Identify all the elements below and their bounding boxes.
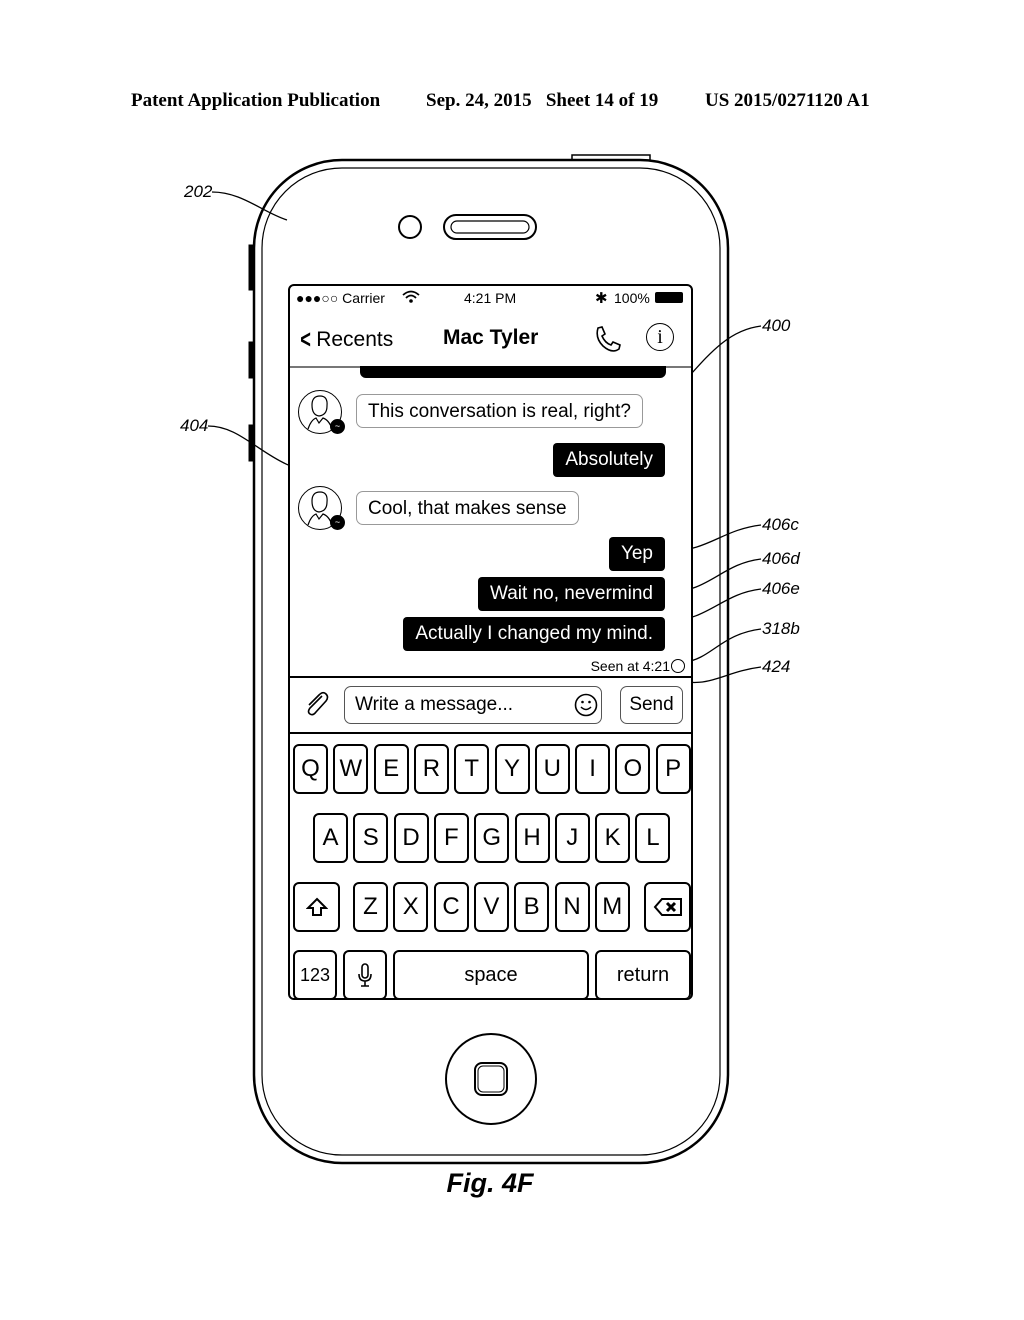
back-button[interactable]: < Recents	[298, 324, 393, 355]
return-key[interactable]: return	[595, 950, 691, 998]
key-z[interactable]: Z	[353, 882, 388, 932]
seen-text: Seen at 4:21	[590, 658, 670, 674]
key-t[interactable]: T	[454, 744, 490, 794]
ref-label-400: 400	[762, 316, 791, 335]
numbers-key[interactable]: 123	[293, 950, 337, 998]
key-c[interactable]: C	[433, 882, 469, 932]
key-j[interactable]: J	[554, 813, 590, 863]
key-s[interactable]: S	[353, 813, 389, 863]
composer-divider	[290, 676, 691, 678]
message-bubble-outgoing: Absolutely	[553, 443, 665, 477]
battery-icon	[655, 292, 683, 303]
read-receipt-avatar-icon	[671, 659, 685, 673]
status-time: 4:21 PM	[464, 290, 517, 306]
key-l[interactable]: L	[635, 813, 671, 863]
ref-label-404: 404	[180, 416, 209, 435]
key-m[interactable]: M	[594, 882, 630, 932]
attachment-icon[interactable]	[302, 690, 330, 723]
delete-icon	[653, 898, 682, 916]
key-u[interactable]: U	[534, 744, 570, 794]
key-f[interactable]: F	[433, 813, 469, 863]
ref-label-406e: 406e	[762, 579, 800, 598]
key-h[interactable]: H	[514, 813, 550, 863]
key-r[interactable]: R	[413, 744, 449, 794]
key-k[interactable]: K	[595, 813, 631, 863]
chevron-left-icon: <	[300, 324, 311, 354]
key-p[interactable]: P	[655, 744, 691, 794]
carrier-signal: ●●●○○ Carrier	[296, 290, 385, 306]
wifi-icon	[402, 290, 420, 309]
key-i[interactable]: I	[575, 744, 611, 794]
backspace-key[interactable]	[644, 882, 691, 932]
shift-key[interactable]	[293, 882, 340, 932]
microphone-icon	[358, 963, 372, 987]
key-n[interactable]: N	[554, 882, 590, 932]
send-button[interactable]: Send	[620, 686, 683, 724]
key-x[interactable]: X	[393, 882, 429, 932]
key-d[interactable]: D	[393, 813, 429, 863]
message-bubble-outgoing: Yep	[608, 537, 665, 571]
key-v[interactable]: V	[473, 882, 509, 932]
battery-percent: 100%	[614, 290, 650, 306]
seen-indicator: Seen at 4:21	[591, 658, 685, 674]
message-bubble-outgoing: Wait no, nevermind	[478, 577, 665, 611]
shift-arrow-icon	[305, 897, 328, 916]
key-e[interactable]: E	[373, 744, 409, 794]
messenger-badge-icon: ~	[330, 515, 345, 530]
back-label: Recents	[316, 327, 394, 351]
key-w[interactable]: W	[333, 744, 369, 794]
key-g[interactable]: G	[474, 813, 510, 863]
emoji-icon[interactable]	[574, 693, 598, 722]
ref-label-318b: 318b	[762, 619, 800, 638]
key-a[interactable]: A	[313, 813, 348, 863]
phone-screen: ●●●○○ Carrier 4:21 PM ✱ 100% < Recents M…	[288, 284, 693, 1000]
notification-bar	[360, 366, 666, 378]
message-bubble-outgoing: Actually I changed my mind.	[403, 617, 665, 651]
ref-label-406c: 406c	[762, 515, 799, 534]
key-q[interactable]: Q	[293, 744, 328, 794]
key-o[interactable]: O	[615, 744, 651, 794]
info-icon[interactable]: i	[646, 323, 674, 351]
figure-caption: Fig. 4F	[446, 1168, 534, 1198]
key-y[interactable]: Y	[494, 744, 530, 794]
keyboard-divider	[290, 732, 691, 734]
space-key[interactable]: space	[393, 950, 589, 998]
conversation-title: Mac Tyler	[443, 326, 539, 349]
ref-label-202: 202	[184, 182, 213, 201]
key-b[interactable]: B	[514, 882, 550, 932]
message-input[interactable]: Write a message...	[344, 686, 602, 724]
messenger-badge-icon: ~	[330, 419, 345, 434]
message-bubble-incoming: This conversation is real, right?	[356, 394, 643, 428]
ref-label-424: 424	[762, 657, 791, 676]
bluetooth-icon: ✱	[595, 290, 608, 307]
dictation-key[interactable]	[343, 950, 387, 998]
ref-label-406d: 406d	[762, 549, 800, 568]
phone-call-icon[interactable]	[592, 324, 622, 359]
message-bubble-incoming: Cool, that makes sense	[356, 491, 579, 525]
